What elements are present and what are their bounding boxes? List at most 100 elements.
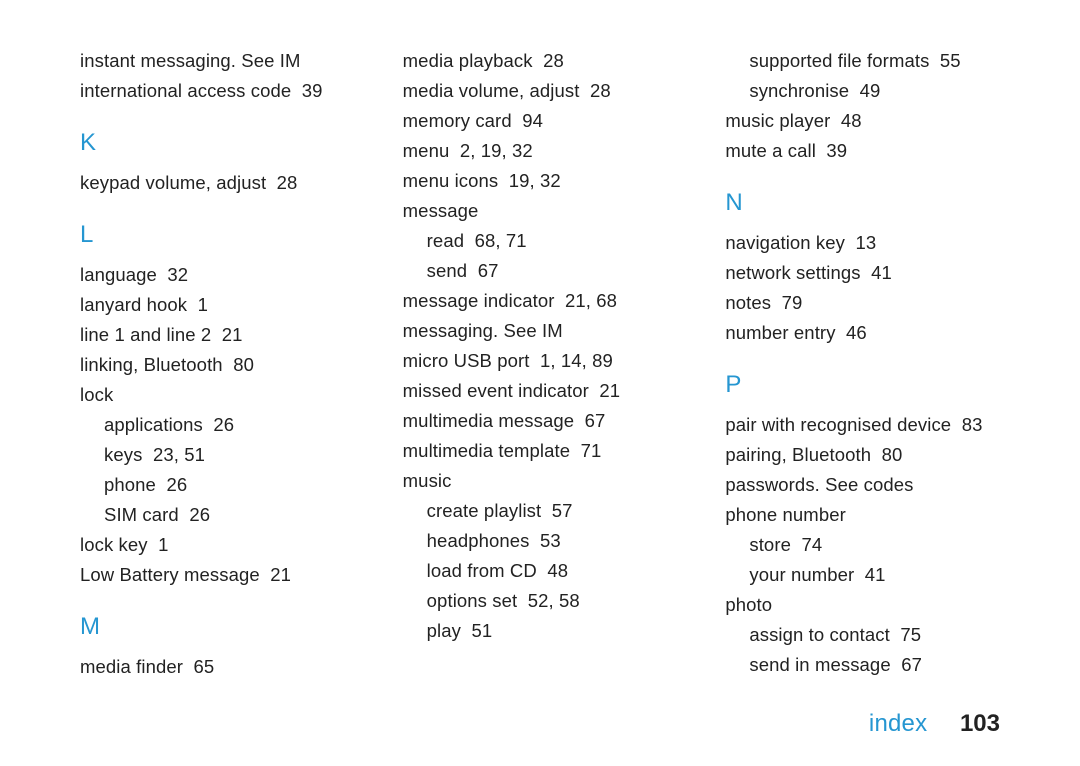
entry-pages: 53	[540, 530, 561, 551]
index-subentry: applications 26	[80, 410, 355, 440]
entry-pages: 1	[158, 534, 168, 555]
index-entry: international access code 39	[80, 76, 355, 106]
entry-pages: 52, 58	[528, 590, 580, 611]
entry-text: network settings	[725, 262, 860, 283]
entry-text: read	[427, 230, 464, 251]
index-entry: micro USB port 1, 14, 89	[403, 346, 678, 376]
entry-text: assign to contact	[749, 624, 890, 645]
entry-pages: 21	[222, 324, 243, 345]
entry-text: mute a call	[725, 140, 816, 161]
entry-pages: 49	[860, 80, 881, 101]
index-subentry: options set 52, 58	[403, 586, 678, 616]
index-entry: music player 48	[725, 106, 1000, 136]
entry-text: lock	[80, 384, 113, 405]
entry-pages: 74	[801, 534, 822, 555]
entry-text: menu	[403, 140, 450, 161]
entry-pages: 71	[581, 440, 602, 461]
entry-text: keypad volume, adjust	[80, 172, 266, 193]
entry-pages: 41	[871, 262, 892, 283]
index-subentry: send in message 67	[725, 650, 1000, 680]
index-entry: memory card 94	[403, 106, 678, 136]
entry-pages: 67	[585, 410, 606, 431]
entry-pages: 26	[189, 504, 210, 525]
entry-pages: 94	[522, 110, 543, 131]
entry-text: memory card	[403, 110, 512, 131]
entry-text: send in message	[749, 654, 890, 675]
index-entry: media playback 28	[403, 46, 678, 76]
entry-pages: 28	[590, 80, 611, 101]
entry-pages: 68, 71	[475, 230, 527, 251]
index-entry: pair with recognised device 83	[725, 410, 1000, 440]
index-entry: missed event indicator 21	[403, 376, 678, 406]
entry-pages: 83	[962, 414, 983, 435]
entry-text: music player	[725, 110, 830, 131]
entry-pages: 46	[846, 322, 867, 343]
entry-text: phone number	[725, 504, 846, 525]
entry-pages: 39	[302, 80, 323, 101]
entry-text: keys	[104, 444, 142, 465]
entry-text: load from CD	[427, 560, 537, 581]
entry-text: linking, Bluetooth	[80, 354, 223, 375]
entry-text: options set	[427, 590, 518, 611]
index-subentry: store 74	[725, 530, 1000, 560]
index-letter-n: N	[725, 188, 1000, 218]
entry-text: pairing, Bluetooth	[725, 444, 871, 465]
entry-pages: 1	[198, 294, 208, 315]
entry-text: menu icons	[403, 170, 499, 191]
index-entry: network settings 41	[725, 258, 1000, 288]
entry-text: music	[403, 470, 452, 491]
entry-pages: 21	[270, 564, 291, 585]
entry-pages: 13	[856, 232, 877, 253]
index-letter-m: M	[80, 612, 355, 642]
index-entry: message	[403, 196, 678, 226]
entry-text: send	[427, 260, 468, 281]
index-subentry: SIM card 26	[80, 500, 355, 530]
index-entry: navigation key 13	[725, 228, 1000, 258]
index-entry: pairing, Bluetooth 80	[725, 440, 1000, 470]
entry-text: store	[749, 534, 791, 555]
entry-text: media volume, adjust	[403, 80, 580, 101]
entry-text: line 1 and line 2	[80, 324, 211, 345]
index-entry: lanyard hook 1	[80, 290, 355, 320]
entry-pages: 79	[782, 292, 803, 313]
index-subentry: synchronise 49	[725, 76, 1000, 106]
entry-text: number entry	[725, 322, 835, 343]
entry-pages: 51	[472, 620, 493, 641]
index-letter-l: L	[80, 220, 355, 250]
entry-text: lanyard hook	[80, 294, 187, 315]
entry-text: applications	[104, 414, 203, 435]
index-entry: notes 79	[725, 288, 1000, 318]
entry-pages: 48	[547, 560, 568, 581]
entry-text: your number	[749, 564, 854, 585]
entry-pages: 2, 19, 32	[460, 140, 533, 161]
entry-text: play	[427, 620, 461, 641]
entry-text: micro USB port	[403, 350, 530, 371]
page-footer: index 103	[869, 710, 1000, 738]
index-subentry: send 67	[403, 256, 678, 286]
index-letter-p: P	[725, 370, 1000, 400]
entry-pages: 19, 32	[509, 170, 561, 191]
index-entry: phone number	[725, 500, 1000, 530]
section-label: index	[869, 710, 927, 737]
index-entry: linking, Bluetooth 80	[80, 350, 355, 380]
entry-pages: 21	[599, 380, 620, 401]
index-subentry: read 68, 71	[403, 226, 678, 256]
index-entry: line 1 and line 2 21	[80, 320, 355, 350]
entry-pages: 48	[841, 110, 862, 131]
entry-text: missed event indicator	[403, 380, 589, 401]
index-entry: passwords. See codes	[725, 470, 1000, 500]
entry-pages: 80	[882, 444, 903, 465]
index-entry: keypad volume, adjust 28	[80, 168, 355, 198]
index-entry: photo	[725, 590, 1000, 620]
index-page: instant messaging. See IM international …	[0, 0, 1080, 766]
index-subentry: assign to contact 75	[725, 620, 1000, 650]
entry-text: passwords. See codes	[725, 474, 913, 495]
entry-pages: 21, 68	[565, 290, 617, 311]
index-entry: media finder 65	[80, 652, 355, 682]
entry-pages: 39	[826, 140, 847, 161]
index-entry: instant messaging. See IM	[80, 46, 355, 76]
entry-pages: 26	[213, 414, 234, 435]
index-entry: music	[403, 466, 678, 496]
index-subentry: keys 23, 51	[80, 440, 355, 470]
entry-text: media playback	[403, 50, 533, 71]
